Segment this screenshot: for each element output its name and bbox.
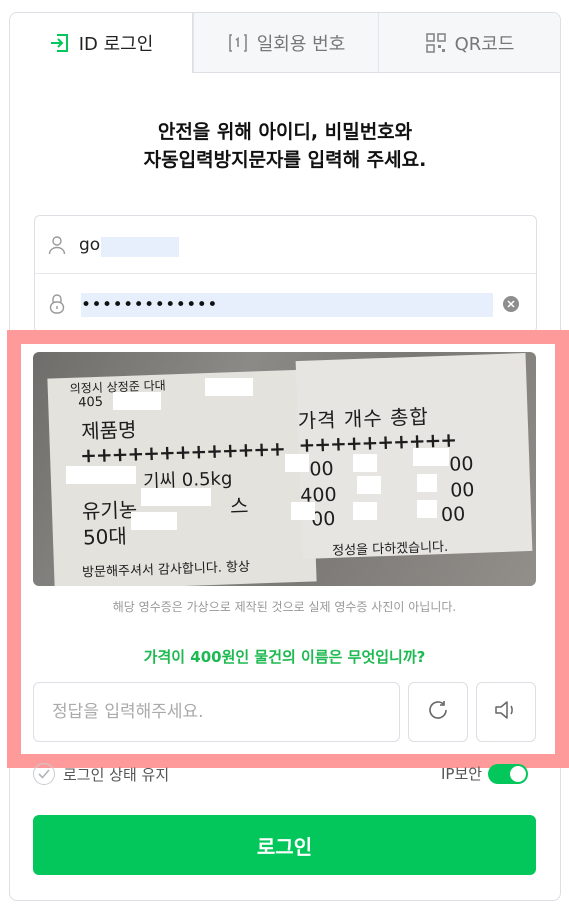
- login-tabs: ID 로그인 일회용 번호 QR코드: [10, 13, 560, 73]
- keep-login-toggle[interactable]: 로그인 상태 유지: [33, 763, 169, 785]
- captcha-answer-input[interactable]: [33, 682, 400, 742]
- checkmark-icon[interactable]: [33, 763, 55, 785]
- redaction-mask: [205, 378, 253, 396]
- redaction-mask: [417, 500, 437, 518]
- id-field[interactable]: go: [35, 216, 536, 274]
- captcha-image: 의정시 상정준 다대 405 제품명 +++++++++++++ 기씨 0.5k…: [33, 352, 536, 586]
- redaction-mask: [353, 502, 377, 520]
- password-field[interactable]: •••••••••••••: [35, 275, 536, 333]
- ip-security: IP보안: [441, 763, 529, 784]
- refresh-icon: [426, 698, 450, 726]
- id-login-icon: [49, 32, 71, 54]
- tab-label: QR코드: [454, 33, 515, 55]
- qr-code-icon: [425, 32, 447, 54]
- credentials-form: go •••••••••••••: [34, 215, 537, 333]
- id-value: go: [79, 234, 101, 255]
- redaction-mask: [131, 512, 177, 530]
- tab-one-time-number[interactable]: 일회용 번호: [193, 13, 378, 73]
- redaction-mask: [141, 488, 211, 506]
- captcha-note: 해당 영수증은 가상으로 제작된 것으로 실제 영수증 사진이 아닙니다.: [112, 600, 457, 614]
- page-title: 안전을 위해 아이디, 비밀번호와 자동입력방지문자를 입력해 주세요.: [143, 121, 427, 171]
- refresh-captcha-button[interactable]: [408, 682, 468, 742]
- speaker-icon: [493, 698, 519, 726]
- redaction-mask: [353, 454, 377, 472]
- redaction-mask: [357, 476, 381, 494]
- redaction-mask: [417, 474, 437, 492]
- captcha-question: 가격이 400원인 물건의 이름은 무엇입니까?: [143, 648, 426, 666]
- password-value: •••••••••••••: [81, 295, 218, 315]
- ip-security-toggle[interactable]: [488, 763, 529, 784]
- lock-icon: [35, 293, 79, 315]
- audio-captcha-button[interactable]: [476, 682, 536, 742]
- ip-security-label: IP보안: [441, 765, 483, 783]
- tab-qr-code[interactable]: QR코드: [378, 13, 560, 73]
- tab-label: ID 로그인: [78, 34, 154, 55]
- user-icon: [35, 235, 79, 255]
- login-button[interactable]: 로그인: [33, 815, 536, 875]
- keep-login-label: 로그인 상태 유지: [63, 765, 170, 784]
- redaction-mask: [113, 392, 161, 410]
- tab-label: 일회용 번호: [256, 33, 346, 55]
- one-time-number-icon: [227, 32, 249, 54]
- tab-id-login[interactable]: ID 로그인: [10, 13, 193, 73]
- autofill-highlight: [101, 237, 179, 257]
- redaction-mask: [66, 466, 136, 484]
- redaction-mask: [285, 454, 309, 472]
- redaction-mask: [413, 448, 449, 466]
- clear-icon[interactable]: [503, 296, 519, 312]
- redaction-mask: [291, 502, 315, 520]
